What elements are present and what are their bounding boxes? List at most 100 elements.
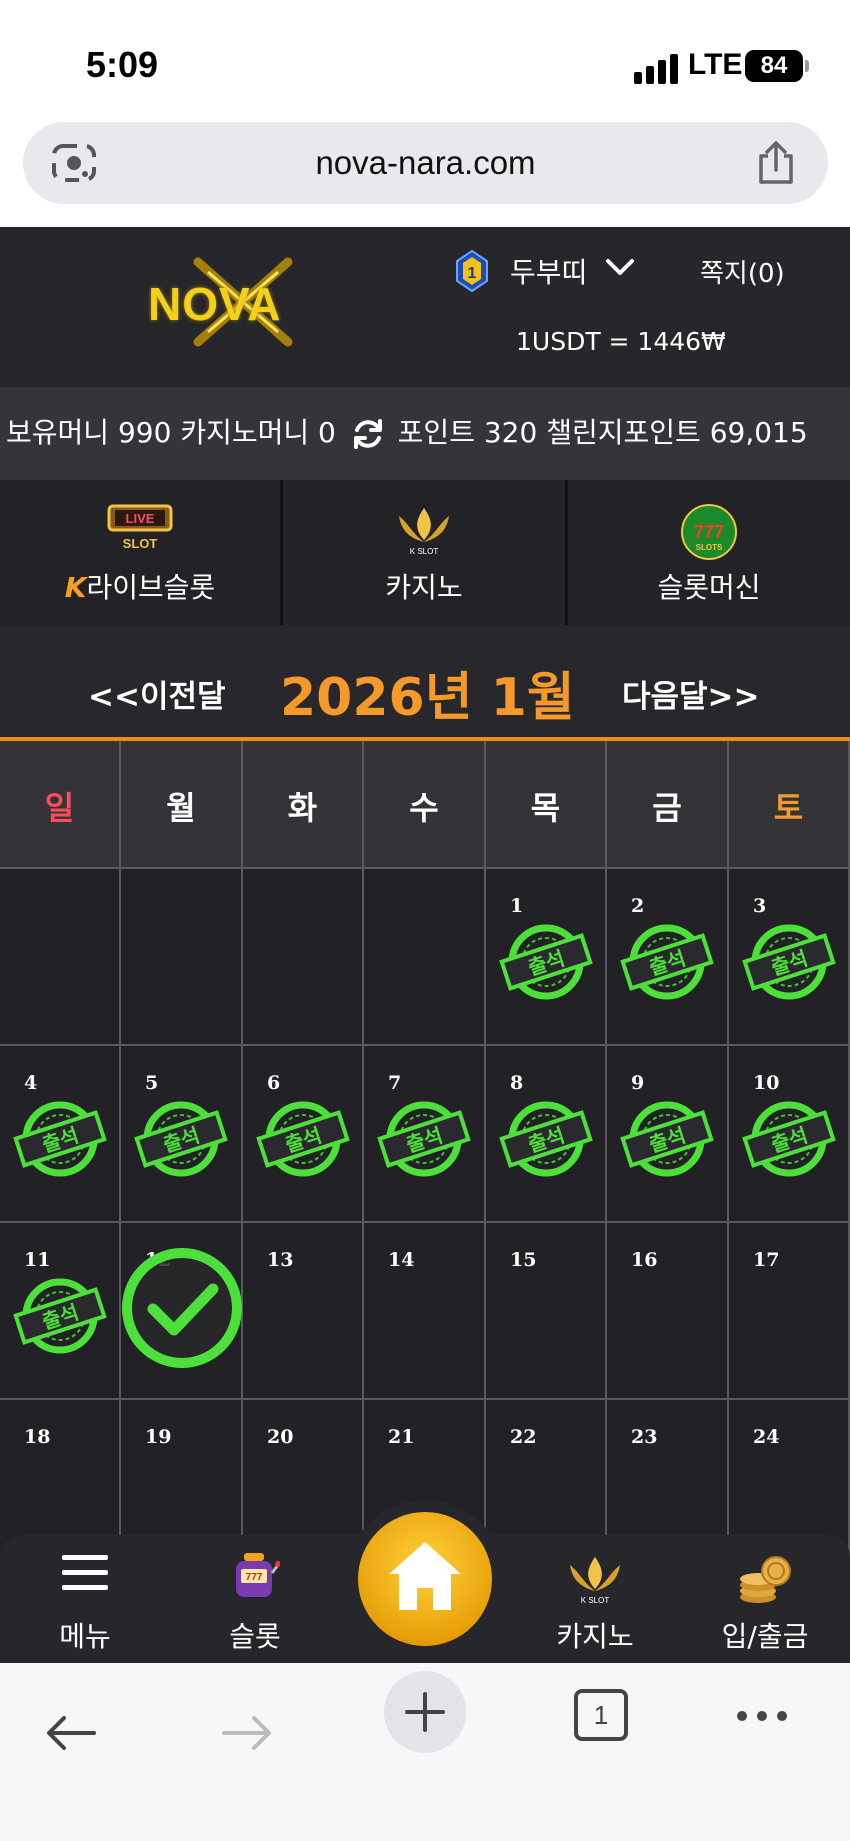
url-text[interactable]: nova-nara.com: [23, 144, 828, 182]
svg-text:SLOT: SLOT: [123, 536, 158, 551]
k-slot-icon: K SLOT: [399, 508, 449, 556]
calendar-day-cell[interactable]: 15: [486, 1223, 607, 1400]
month-title: 2026년 1월: [280, 668, 575, 728]
day-number: 2: [631, 895, 645, 917]
next-month-button[interactable]: 다음달>>: [622, 671, 760, 716]
calendar-day-cell: [121, 869, 243, 1046]
weekday-label: 월: [166, 789, 196, 827]
calendar-day-cell[interactable]: 10 출석: [729, 1046, 850, 1223]
svg-text:777: 777: [246, 1572, 263, 1583]
game-tab-live-slot[interactable]: LIVE SLOT K라이브슬롯: [0, 480, 283, 625]
attendance-stamp-icon: 출석: [620, 924, 714, 1000]
calendar-day-cell[interactable]: 13: [243, 1223, 364, 1400]
coins-icon: [740, 1556, 791, 1603]
browser-toolbar: 1: [0, 1663, 850, 1841]
attendance-stamp-icon: 출석: [13, 1278, 107, 1354]
game-tab-label: 카지노: [385, 571, 463, 604]
home-button[interactable]: [358, 1512, 492, 1646]
signal-icon: [634, 54, 682, 84]
nav-slot[interactable]: 777 슬롯: [170, 1535, 340, 1663]
back-arrow-icon[interactable]: [44, 1713, 98, 1753]
slot-machine-icon: 777: [236, 1553, 280, 1597]
balance-row: 보유머니 990 카지노머니 0 포인트 320 챌린지포인트 69,015: [6, 411, 808, 451]
calendar-day-cell[interactable]: 14: [364, 1223, 486, 1400]
calendar-day-cell[interactable]: 17: [729, 1223, 850, 1400]
game-categories: LIVE SLOT K라이브슬롯 K SLOT 카지노 777 SLOTS 슬롯…: [0, 480, 850, 625]
battery-tip: [805, 60, 809, 72]
calendar-day-cell[interactable]: 2 출석: [607, 869, 729, 1046]
weekday-header: 화: [243, 741, 364, 869]
weekday-header: 수: [364, 741, 486, 869]
777-slots-icon: 777 SLOTS: [681, 504, 737, 560]
nav-deposit-withdraw[interactable]: 입/출금: [680, 1535, 850, 1663]
weekday-header: 월: [121, 741, 243, 869]
nova-logo[interactable]: NOVA: [148, 257, 328, 347]
calendar-day-cell[interactable]: 9 출석: [607, 1046, 729, 1223]
attendance-stamp-icon: 출석: [134, 1101, 228, 1177]
calendar-day-cell[interactable]: 16: [607, 1223, 729, 1400]
day-number: 15: [510, 1249, 537, 1271]
day-number: 22: [510, 1426, 537, 1448]
day-number: 5: [145, 1072, 159, 1094]
day-number: 17: [753, 1249, 780, 1271]
more-icon[interactable]: [734, 1709, 790, 1723]
weekday-header: 금: [607, 741, 729, 869]
forward-arrow-icon[interactable]: [220, 1713, 274, 1753]
today-check-icon: [122, 1248, 242, 1368]
money-label: 보유머니: [6, 416, 110, 449]
attendance-stamp-icon: 출석: [742, 1101, 836, 1177]
game-tab-slot-machine[interactable]: 777 SLOTS 슬롯머신: [568, 480, 850, 625]
challenge-point-label: 챌린지포인트: [546, 416, 701, 449]
calendar-day-cell[interactable]: 4 출석: [0, 1046, 121, 1223]
share-icon[interactable]: [755, 140, 797, 186]
casino-money-value: 0: [318, 416, 336, 449]
browser-url-area: nova-nara.com: [0, 120, 850, 227]
challenge-point-value: 69,015: [709, 416, 808, 449]
calendar-day-cell[interactable]: 7 출석: [364, 1046, 486, 1223]
game-tab-casino[interactable]: K SLOT 카지노: [283, 480, 568, 625]
money-value: 990: [117, 416, 172, 449]
prev-month-button[interactable]: <<이전달: [88, 671, 226, 716]
new-tab-button[interactable]: [384, 1671, 466, 1753]
calendar-day-cell[interactable]: 8 출석: [486, 1046, 607, 1223]
day-number: 13: [267, 1249, 294, 1271]
tabs-button[interactable]: 1: [574, 1689, 628, 1741]
calendar-day-cell[interactable]: 1 출석: [486, 869, 607, 1046]
weekday-label: 목: [530, 789, 561, 827]
refresh-icon[interactable]: [351, 417, 385, 451]
status-bar: 5:09 LTE 84: [0, 0, 850, 120]
balance-bar: 보유머니 990 카지노머니 0 포인트 320 챌린지포인트 69,015: [0, 387, 850, 480]
day-number: 9: [631, 1072, 645, 1094]
point-label: 포인트: [397, 416, 475, 449]
plus-icon: [405, 1692, 445, 1732]
calendar-day-cell: [364, 869, 486, 1046]
logo-text: NOVA: [148, 278, 282, 330]
nav-menu[interactable]: 메뉴: [0, 1535, 170, 1663]
calendar-day-cell[interactable]: 12: [121, 1223, 243, 1400]
day-number: 11: [24, 1249, 51, 1271]
chevron-down-icon[interactable]: [605, 257, 635, 277]
rank-badge-icon: 1: [456, 249, 488, 293]
attendance-stamp-icon: 출석: [13, 1101, 107, 1177]
svg-text:1: 1: [468, 265, 477, 282]
day-number: 21: [388, 1426, 415, 1448]
nav-label: 입/출금: [721, 1620, 809, 1653]
calendar-day-cell[interactable]: 6 출석: [243, 1046, 364, 1223]
day-number: 10: [753, 1072, 780, 1094]
game-tab-label: K라이브슬롯: [64, 571, 216, 604]
day-number: 23: [631, 1426, 658, 1448]
weekday-label: 금: [652, 789, 682, 827]
weekday-label: 화: [287, 789, 318, 827]
calendar-day-cell[interactable]: 3 출석: [729, 869, 850, 1046]
home-icon: [389, 1542, 461, 1610]
weekday-header: 일: [0, 741, 121, 869]
site-header: NOVA 1 두부띠 쪽지(0) 1USDT = 1446₩: [0, 227, 850, 387]
calendar-day-cell[interactable]: 5 출석: [121, 1046, 243, 1223]
username[interactable]: 두부띠: [510, 251, 587, 291]
address-bar[interactable]: nova-nara.com: [23, 122, 828, 204]
nav-casino[interactable]: K SLOT 카지노: [510, 1535, 680, 1663]
messages-link[interactable]: 쪽지(0): [700, 253, 785, 290]
svg-text:SLOTS: SLOTS: [696, 543, 723, 552]
svg-text:K SLOT: K SLOT: [581, 1596, 610, 1605]
calendar-day-cell[interactable]: 11 출석: [0, 1223, 121, 1400]
